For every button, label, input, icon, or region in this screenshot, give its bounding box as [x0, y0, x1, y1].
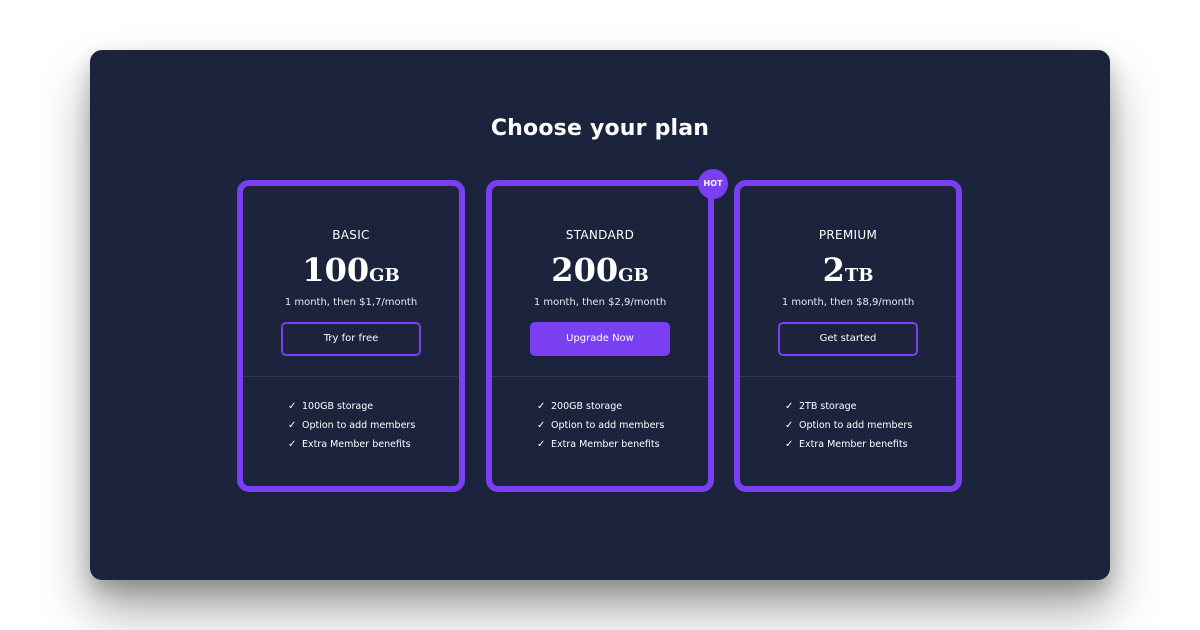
check-icon: ✓ [537, 439, 546, 450]
plan-size-unit: GB [618, 265, 649, 286]
plan-size-unit: GB [369, 265, 400, 286]
feature-label: 200GB storage [551, 401, 623, 412]
plan-card-standard: HOT STANDARD 200GB 1 month, then $2,9/mo… [486, 169, 728, 492]
card-divider [492, 376, 708, 377]
feature-label: Option to add members [551, 420, 665, 431]
plan-name: BASIC [332, 228, 370, 242]
plan-size-value: 2 [822, 251, 845, 289]
feature-item: ✓ Option to add members [785, 416, 912, 435]
page-title: Choose your plan [490, 116, 710, 141]
plan-size-unit: TB [844, 265, 874, 286]
feature-item: ✓ Option to add members [537, 416, 664, 435]
plan-price-text: 1 month, then $8,9/month [781, 297, 915, 308]
plan-storage-size: 2TB [740, 252, 956, 294]
check-icon: ✓ [785, 420, 794, 431]
plan-price-text: 1 month, then $2,9/month [533, 297, 667, 308]
check-icon: ✓ [537, 420, 546, 431]
feature-item: ✓ Extra Member benefits [288, 435, 415, 454]
feature-label: Option to add members [302, 420, 416, 431]
pricing-panel: Choose your plan BASIC 100GB 1 month, th… [90, 50, 1110, 580]
feature-label: 2TB storage [799, 401, 857, 412]
feature-item: ✓ Option to add members [288, 416, 415, 435]
plan-name: PREMIUM [818, 228, 878, 242]
plan-card-premium: PREMIUM 2TB 1 month, then $8,9/month Get… [734, 180, 962, 492]
feature-list: ✓ 200GB storage ✓ Option to add members ✓ E… [537, 397, 664, 454]
feature-item: ✓ Extra Member benefits [537, 435, 664, 454]
feature-list: ✓ 100GB storage ✓ Option to add members ✓ E… [288, 397, 415, 454]
upgrade-now-button[interactable]: Upgrade Now [530, 322, 670, 356]
check-icon: ✓ [537, 401, 546, 412]
feature-label: Option to add members [799, 420, 913, 431]
feature-label: Extra Member benefits [799, 439, 908, 450]
plan-storage-size: 200GB [492, 252, 708, 294]
check-icon: ✓ [785, 401, 794, 412]
check-icon: ✓ [288, 420, 297, 431]
feature-label: Extra Member benefits [302, 439, 411, 450]
get-started-button[interactable]: Get started [778, 322, 918, 356]
feature-item: ✓ 100GB storage [288, 397, 415, 416]
plan-size-value: 100 [302, 251, 370, 289]
check-icon: ✓ [785, 439, 794, 450]
hot-badge: HOT [698, 169, 728, 199]
feature-label: 100GB storage [302, 401, 374, 412]
card-divider [740, 376, 956, 377]
feature-label: Extra Member benefits [551, 439, 660, 450]
plan-size-value: 200 [551, 251, 619, 289]
feature-list: ✓ 2TB storage ✓ Option to add members ✓ Ext… [785, 397, 912, 454]
card-divider [243, 376, 459, 377]
plan-card-basic: BASIC 100GB 1 month, then $1,7/month Try… [237, 180, 465, 492]
plan-storage-size: 100GB [243, 252, 459, 294]
check-icon: ✓ [288, 401, 297, 412]
plan-price-text: 1 month, then $1,7/month [284, 297, 418, 308]
feature-item: ✓ 200GB storage [537, 397, 664, 416]
try-for-free-button[interactable]: Try for free [281, 322, 421, 356]
feature-item: ✓ Extra Member benefits [785, 435, 912, 454]
feature-item: ✓ 2TB storage [785, 397, 912, 416]
plan-name: STANDARD [565, 228, 635, 242]
check-icon: ✓ [288, 439, 297, 450]
